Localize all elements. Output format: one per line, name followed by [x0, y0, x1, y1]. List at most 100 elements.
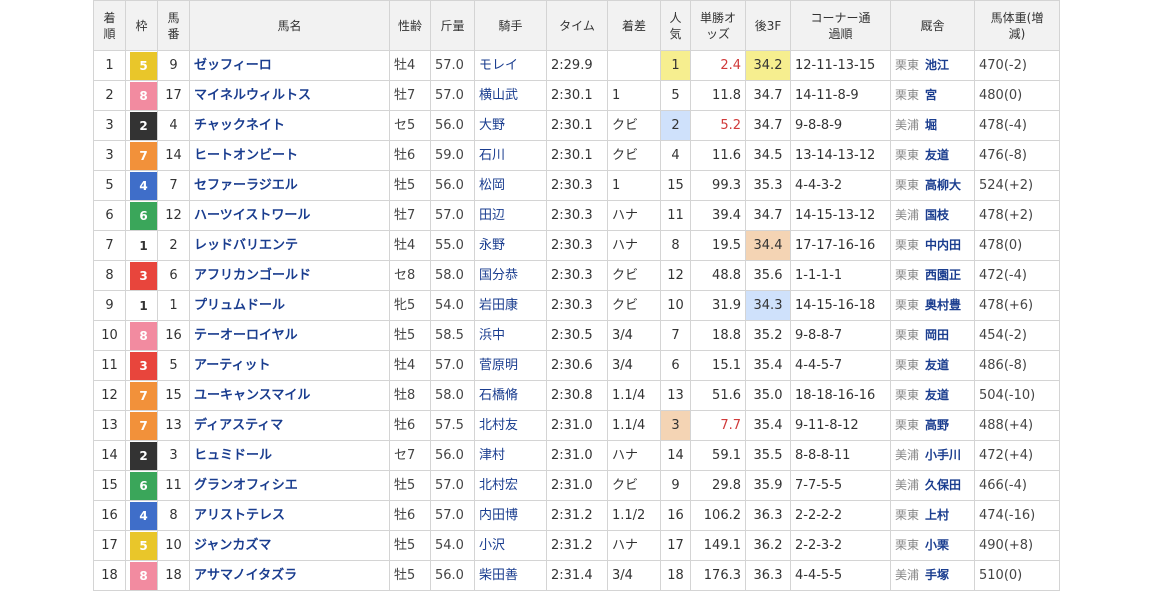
- frame-cell: 5: [125, 50, 158, 81]
- stable-region: 栗東: [895, 238, 920, 252]
- header-name: 馬名: [189, 0, 390, 51]
- popularity-cell: 16: [660, 500, 691, 531]
- stable-region: 栗東: [895, 538, 920, 552]
- horse-name-link[interactable]: ディアスティマ: [189, 410, 390, 441]
- time-cell: 2:30.6: [546, 350, 608, 381]
- stable-cell: 栗東 高柳大: [890, 170, 975, 201]
- trainer-link[interactable]: 久保田: [925, 478, 961, 492]
- trainer-link[interactable]: 小手川: [925, 448, 961, 462]
- margin-cell: クビ: [607, 470, 661, 501]
- time-cell: 2:31.0: [546, 470, 608, 501]
- jockey-link[interactable]: 横山武: [474, 80, 547, 111]
- rank-cell: 16: [93, 500, 126, 531]
- margin-cell: ハナ: [607, 200, 661, 231]
- trainer-link[interactable]: 高柳大: [925, 178, 961, 192]
- frame-badge: 3: [130, 261, 157, 290]
- header-odds-label: 単勝オッズ: [700, 10, 737, 41]
- trainer-link[interactable]: 友道: [925, 388, 949, 402]
- carried-weight-cell: 59.0: [430, 140, 475, 171]
- trainer-link[interactable]: 西園正: [925, 268, 961, 282]
- corner-order-cell: 14-15-13-12: [790, 200, 891, 231]
- table-row: 12 7 15 ユーキャンスマイル 牡8 58.0 石橋脩 2:30.8 1.1/4 13 51.6…: [93, 380, 1060, 411]
- trainer-link[interactable]: 岡田: [925, 328, 949, 342]
- horse-number-cell: 17: [157, 80, 190, 111]
- horse-name-link[interactable]: ゼッフィーロ: [189, 50, 390, 81]
- jockey-link[interactable]: 浜中: [474, 320, 547, 351]
- jockey-link[interactable]: 永野: [474, 230, 547, 261]
- stable-region: 栗東: [895, 58, 920, 72]
- stable-cell: 美浦堀: [890, 110, 975, 141]
- trainer-link[interactable]: 手塚: [925, 568, 949, 582]
- horse-name-link[interactable]: プリュムドール: [189, 290, 390, 321]
- frame-badge: 7: [130, 141, 157, 170]
- horse-name-link[interactable]: アーティット: [189, 350, 390, 381]
- trainer-link[interactable]: 友道: [925, 358, 949, 372]
- last-3f-cell: 36.3: [745, 560, 791, 591]
- margin-cell: ハナ: [607, 440, 661, 471]
- horse-name-link[interactable]: セファーラジエル: [189, 170, 390, 201]
- corner-order-cell: 2-2-2-2: [790, 500, 891, 531]
- table-row: 8 3 6 アフリカンゴールド セ8 58.0 国分恭 2:30.3 クビ 12 48.8 35.6 1…: [93, 260, 1060, 291]
- horse-name-link[interactable]: アサマノイタズラ: [189, 560, 390, 591]
- trainer-link[interactable]: 上村: [925, 508, 949, 522]
- trainer-link[interactable]: 中内田: [925, 238, 961, 252]
- trainer-link[interactable]: 小栗: [925, 538, 949, 552]
- odds-cell: 15.1: [690, 350, 746, 381]
- horse-number-cell: 13: [157, 410, 190, 441]
- horse-name-link[interactable]: アリストテレス: [189, 500, 390, 531]
- jockey-link[interactable]: 田辺: [474, 200, 547, 231]
- trainer-link[interactable]: 国枝: [925, 208, 949, 222]
- trainer-link[interactable]: 奥村豊: [925, 298, 961, 312]
- jockey-link[interactable]: 北村友: [474, 410, 547, 441]
- jockey-link[interactable]: 松岡: [474, 170, 547, 201]
- table-header: 着順 枠 馬番 馬名 性齢 斤量 騎手 タイム 着差 人気 単勝オッズ 後3F …: [93, 0, 1060, 51]
- horse-name-link[interactable]: アフリカンゴールド: [189, 260, 390, 291]
- horse-name-link[interactable]: グランオフィシエ: [189, 470, 390, 501]
- jockey-link[interactable]: 大野: [474, 110, 547, 141]
- jockey-link[interactable]: モレイ: [474, 50, 547, 81]
- horse-name-link[interactable]: チャックネイト: [189, 110, 390, 141]
- horse-name-link[interactable]: テーオーロイヤル: [189, 320, 390, 351]
- horse-name-link[interactable]: ユーキャンスマイル: [189, 380, 390, 411]
- carried-weight-cell: 54.0: [430, 290, 475, 321]
- frame-badge: 5: [130, 531, 157, 560]
- horse-name-link[interactable]: ジャンカズマ: [189, 530, 390, 561]
- time-cell: 2:30.3: [546, 290, 608, 321]
- horse-name-link[interactable]: ヒートオンビート: [189, 140, 390, 171]
- table-row: 18 8 18 アサマノイタズラ 牡5 56.0 柴田善 2:31.4 3/4 18 176.3 36…: [93, 560, 1060, 591]
- time-cell: 2:31.4: [546, 560, 608, 591]
- jockey-link[interactable]: 国分恭: [474, 260, 547, 291]
- trainer-link[interactable]: 宮: [925, 88, 937, 102]
- rank-cell: 17: [93, 530, 126, 561]
- jockey-link[interactable]: 岩田康: [474, 290, 547, 321]
- margin-cell: 1.1/2: [607, 500, 661, 531]
- jockey-link[interactable]: 菅原明: [474, 350, 547, 381]
- horse-number-cell: 16: [157, 320, 190, 351]
- horse-name-link[interactable]: マイネルウィルトス: [189, 80, 390, 111]
- horse-name-link[interactable]: レッドバリエンテ: [189, 230, 390, 261]
- header-weight: 斤量: [430, 0, 475, 51]
- jockey-link[interactable]: 石川: [474, 140, 547, 171]
- trainer-link[interactable]: 堀: [925, 118, 937, 132]
- last-3f-cell: 35.2: [745, 320, 791, 351]
- sex-age-cell: 牡6: [389, 140, 431, 171]
- jockey-link[interactable]: 津村: [474, 440, 547, 471]
- horse-name-link[interactable]: ヒュミドール: [189, 440, 390, 471]
- frame-badge: 7: [130, 411, 157, 440]
- jockey-link[interactable]: 柴田善: [474, 560, 547, 591]
- rank-cell: 5: [93, 170, 126, 201]
- trainer-link[interactable]: 友道: [925, 148, 949, 162]
- trainer-link[interactable]: 高野: [925, 418, 949, 432]
- jockey-link[interactable]: 北村宏: [474, 470, 547, 501]
- stable-region: 美浦: [895, 118, 920, 132]
- horse-name-link[interactable]: ハーツイストワール: [189, 200, 390, 231]
- margin-cell: クビ: [607, 260, 661, 291]
- jockey-link[interactable]: 内田博: [474, 500, 547, 531]
- jockey-link[interactable]: 小沢: [474, 530, 547, 561]
- margin-cell: 3/4: [607, 350, 661, 381]
- popularity-cell: 15: [660, 170, 691, 201]
- jockey-link[interactable]: 石橋脩: [474, 380, 547, 411]
- header-odds: 単勝オッズ: [690, 0, 746, 51]
- trainer-link[interactable]: 池江: [925, 58, 949, 72]
- corner-order-cell: 1-1-1-1: [790, 260, 891, 291]
